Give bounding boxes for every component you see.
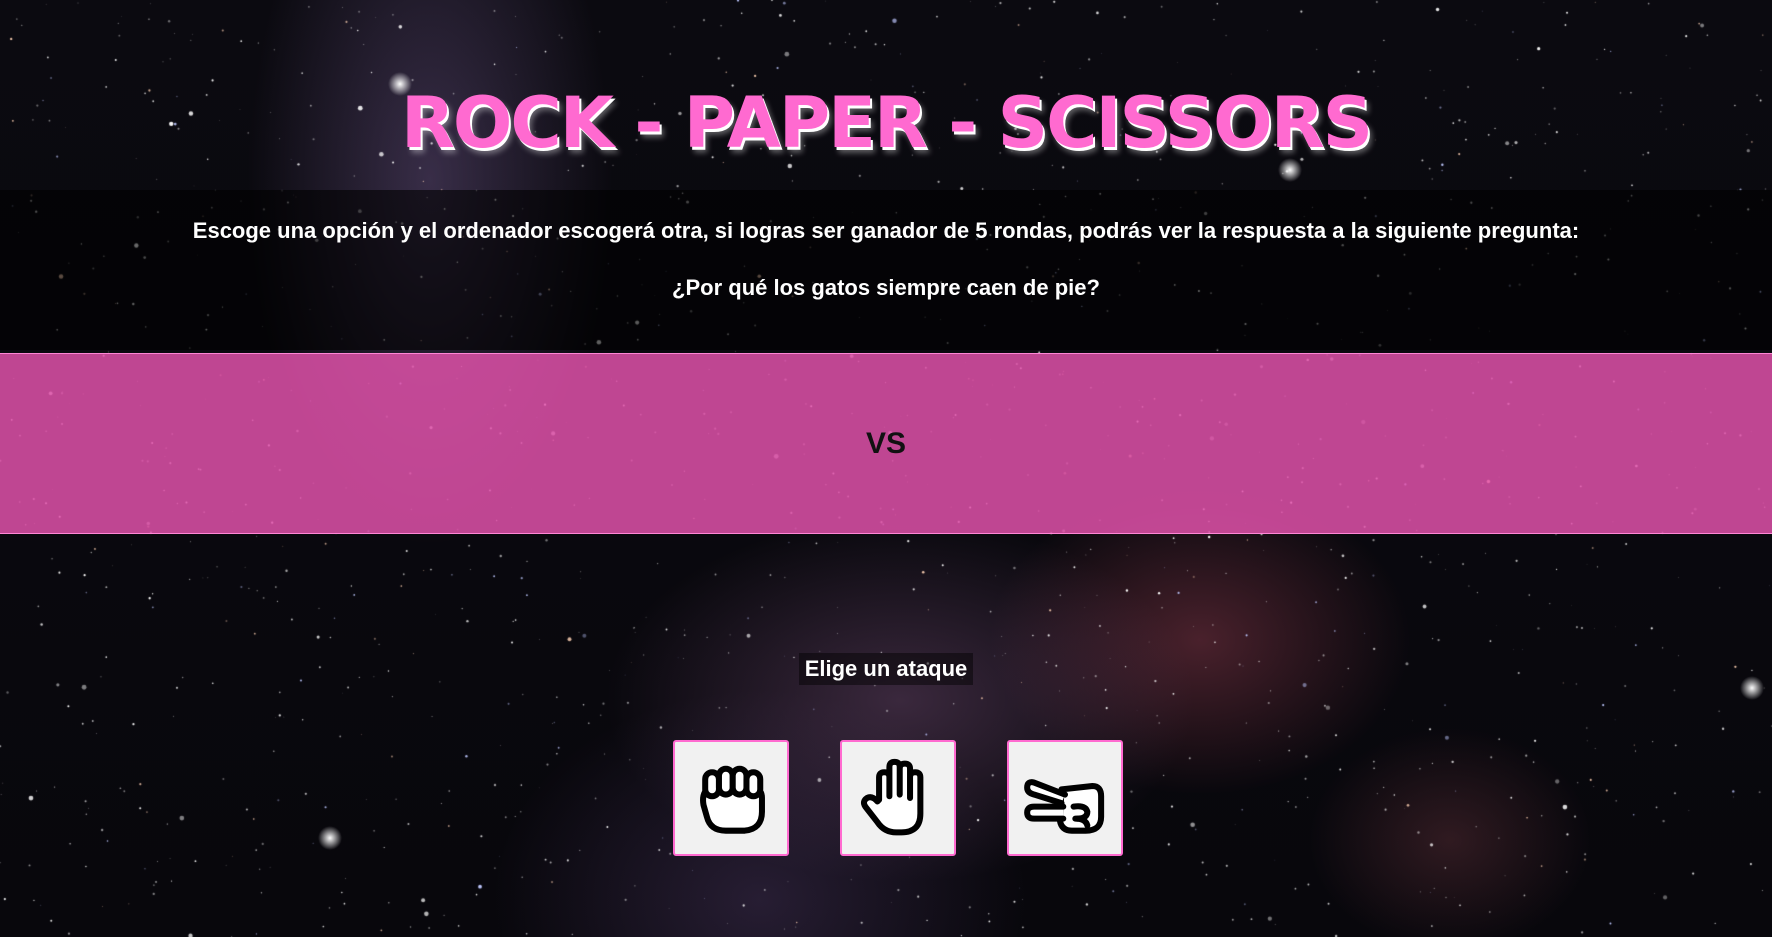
rock-fist-icon xyxy=(700,765,765,834)
instructions-band xyxy=(0,190,1772,350)
vs-label: VS xyxy=(865,427,907,460)
paper-button[interactable] xyxy=(840,740,956,856)
instructions-text: Escoge una opción y el ordenador escoger… xyxy=(192,218,1580,243)
choose-attack-label-wrap: Elige un ataque xyxy=(0,653,1772,685)
paper-hand-icon xyxy=(860,758,924,836)
choose-attack-label: Elige un ataque xyxy=(798,653,974,685)
page-title: ROCK - PAPER - SCISSORS xyxy=(400,82,1373,164)
question-text: ¿Por qué los gatos siempre caen de pie? xyxy=(672,275,1100,300)
rock-button[interactable] xyxy=(673,740,789,856)
scissors-button[interactable] xyxy=(1007,740,1123,856)
scissors-hand-icon xyxy=(1024,779,1105,834)
